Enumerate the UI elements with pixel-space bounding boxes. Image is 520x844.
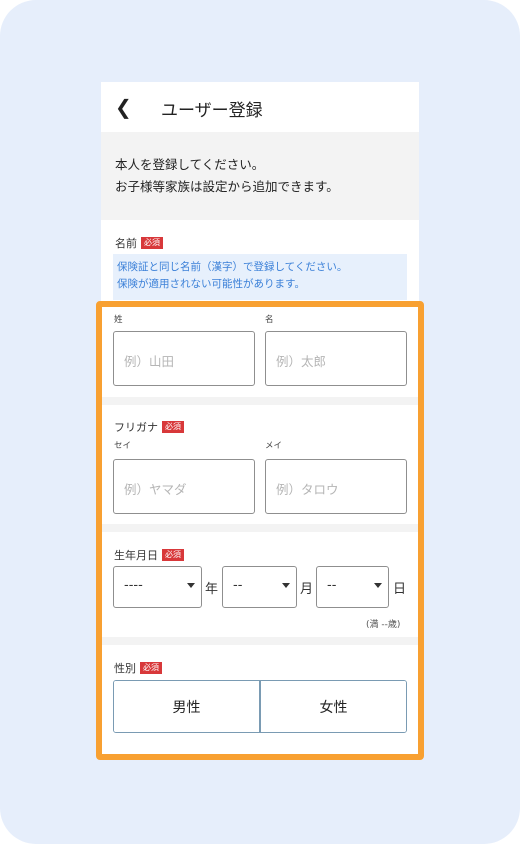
kana-first-input[interactable]: 例）タロウ <box>265 459 407 514</box>
intro-panel: 本人を登録してください。 お子様等家族は設定から追加できます。 <box>101 132 419 220</box>
month-value: -- <box>233 578 243 593</box>
year-unit: 年 <box>205 582 219 597</box>
gender-label-row: 性別 必須 <box>114 657 162 676</box>
chevron-down-icon <box>187 583 195 588</box>
notice-line-1: 保険証と同じ名前（漢字）で登録してください。 <box>117 261 348 273</box>
kana-label: フリガナ <box>114 420 158 434</box>
last-name-label: 姓 <box>114 315 123 325</box>
divider <box>102 524 418 532</box>
divider <box>102 397 418 405</box>
required-badge: 必須 <box>141 236 163 249</box>
intro-text: 本人を登録してください。 お子様等家族は設定から追加できます。 <box>115 154 339 198</box>
month-select[interactable]: -- <box>222 566 297 608</box>
first-name-input[interactable]: 例）太郎 <box>265 331 407 386</box>
male-button[interactable]: 男性 <box>114 681 259 732</box>
kana-last-input[interactable]: 例）ヤマダ <box>113 459 255 514</box>
gender-toggle: 男性 女性 <box>113 680 407 733</box>
intro-line-1: 本人を登録してください。 <box>115 157 265 172</box>
birth-label: 生年月日 <box>114 548 158 562</box>
day-unit: 日 <box>393 582 407 597</box>
name-label: 名前 <box>115 236 137 250</box>
required-badge: 必須 <box>162 548 184 561</box>
gender-label: 性別 <box>114 661 136 675</box>
name-section-header: 名前 必須 保険証と同じ名前（漢字）で登録してください。 保険が適用されない可能性… <box>101 220 419 310</box>
day-value: -- <box>327 578 337 593</box>
page-title: ユーザー登録 <box>161 101 263 121</box>
chevron-down-icon <box>374 583 382 588</box>
kana-first-label: メイ <box>265 441 283 451</box>
kana-label-row: フリガナ 必須 <box>114 416 184 435</box>
notice-line-2: 保険が適用されない可能性があります。 <box>117 278 305 290</box>
month-unit: 月 <box>300 582 314 597</box>
name-notice: 保険証と同じ名前（漢字）で登録してください。 保険が適用されない可能性があります… <box>113 254 407 300</box>
chevron-left-icon[interactable]: ❮ <box>115 96 137 118</box>
last-name-input[interactable]: 例）山田 <box>113 331 255 386</box>
birth-label-row: 生年月日 必須 <box>114 544 184 563</box>
year-select[interactable]: ---- <box>113 566 202 608</box>
first-name-label: 名 <box>265 315 274 325</box>
divider <box>102 637 418 645</box>
kana-last-label: セイ <box>114 441 132 451</box>
name-label-row: 名前 必須 <box>115 232 163 251</box>
header: ❮ ユーザー登録 <box>101 82 419 132</box>
intro-line-2: お子様等家族は設定から追加できます。 <box>115 179 339 194</box>
required-badge: 必須 <box>162 420 184 433</box>
year-value: ---- <box>124 578 143 593</box>
age-text: (満 --歳) <box>366 620 401 630</box>
female-button[interactable]: 女性 <box>259 681 406 732</box>
chevron-down-icon <box>282 583 290 588</box>
day-select[interactable]: -- <box>316 566 389 608</box>
required-badge: 必須 <box>140 661 162 674</box>
